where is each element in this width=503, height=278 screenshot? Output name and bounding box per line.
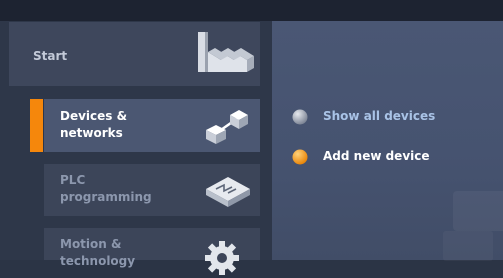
title-bar bbox=[0, 0, 503, 21]
background-graphic bbox=[453, 191, 503, 231]
background-graphic bbox=[443, 231, 493, 261]
network-nodes-icon bbox=[206, 110, 248, 144]
portal-content-pane bbox=[272, 21, 503, 261]
gray-bullet-icon bbox=[292, 109, 308, 125]
action-label: Add new device bbox=[323, 149, 430, 163]
nav-item-label: Motion & technology bbox=[60, 237, 136, 268]
nav-item-devices-networks[interactable]: Devices & networks bbox=[44, 99, 260, 152]
orange-bullet-icon bbox=[292, 149, 308, 165]
nav-item-plc-programming[interactable]: PLC programming bbox=[44, 164, 260, 216]
start-portal-button[interactable]: Start bbox=[9, 22, 260, 86]
factory-icon bbox=[198, 32, 254, 72]
action-label: Show all devices bbox=[323, 109, 436, 123]
active-marker bbox=[30, 99, 43, 152]
plc-block-icon bbox=[206, 177, 250, 207]
nav-item-label: PLC programming bbox=[60, 173, 152, 204]
nav-item-label: Devices & networks bbox=[60, 109, 128, 140]
start-label: Start bbox=[33, 49, 68, 63]
nav-item-motion-technology[interactable]: Motion & technology bbox=[44, 228, 260, 275]
gear-icon bbox=[205, 241, 239, 275]
